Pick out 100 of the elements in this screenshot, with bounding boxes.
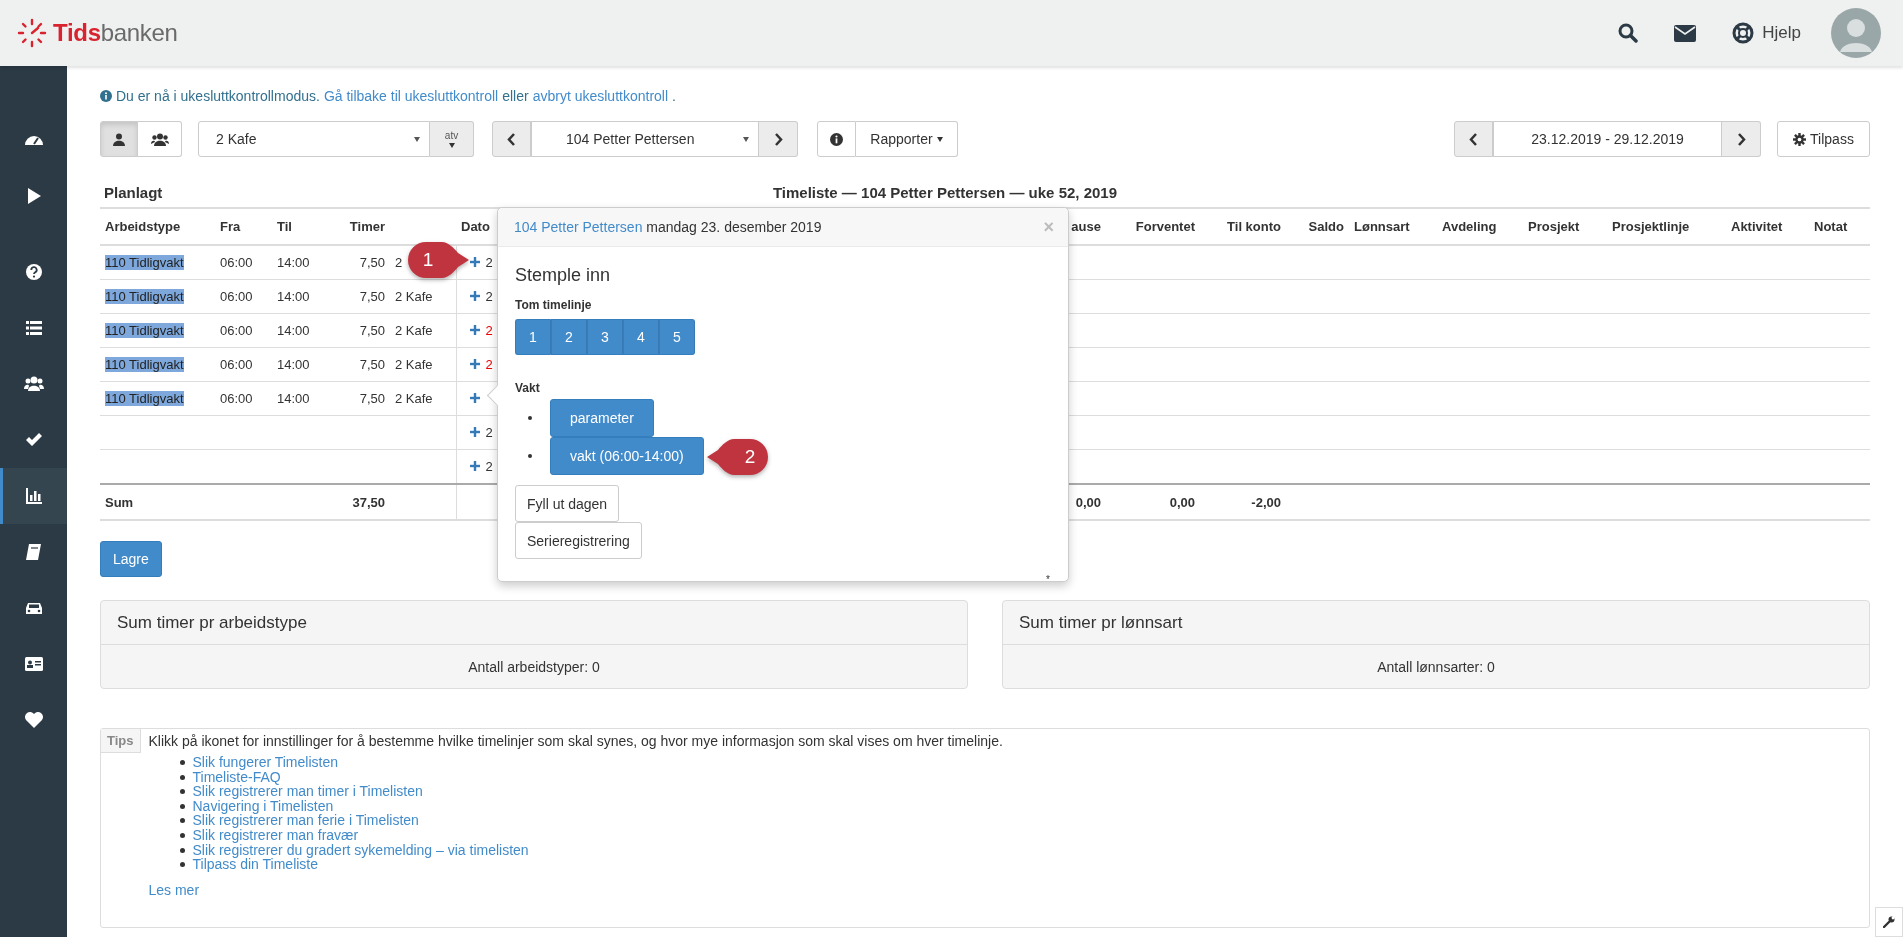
- column-header: Fra: [215, 208, 272, 245]
- brand-name[interactable]: Tidsbanken: [53, 19, 178, 47]
- plus-icon[interactable]: [469, 325, 480, 336]
- book-icon: [23, 542, 44, 562]
- previous-button[interactable]: [1454, 121, 1493, 157]
- plus-icon[interactable]: [469, 427, 480, 438]
- list-icon: [23, 318, 44, 338]
- info-button[interactable]: [817, 121, 856, 157]
- customize-button[interactable]: Tilpass: [1777, 121, 1870, 157]
- table-cell: 06:00: [220, 357, 253, 372]
- plus-icon[interactable]: [469, 359, 480, 370]
- search-icon[interactable]: [1618, 23, 1639, 43]
- table-cell: 110 Tidligvakt: [105, 357, 184, 372]
- department-select[interactable]: 2 Kafe: [198, 121, 430, 157]
- group-view-button[interactable]: [138, 121, 182, 157]
- table-cell: -2,00: [1251, 494, 1281, 510]
- previous-button[interactable]: [492, 121, 531, 157]
- timeline-number-button[interactable]: 1: [515, 319, 551, 355]
- chart-icon: [23, 486, 44, 506]
- plus-icon[interactable]: [469, 257, 480, 268]
- tips-text: Klikk på ikonet for innstillinger for å bestemme hvilke timelinjer som skal synes, og hvor mye informasjon som skal vises om hver timelinje.: [148, 733, 1003, 749]
- atv-button[interactable]: atv: [430, 121, 474, 157]
- chevron-left-icon: [1469, 132, 1478, 146]
- users-icon: [150, 132, 169, 146]
- table-cell: 06:00: [220, 323, 253, 338]
- timeline-number-button[interactable]: 2: [551, 319, 587, 355]
- table-cell: 2: [485, 254, 493, 270]
- person-icon: [113, 132, 125, 146]
- tools-button[interactable]: [1875, 907, 1903, 937]
- callout-marker: 1: [406, 240, 470, 280]
- next-button[interactable]: [759, 121, 798, 157]
- panel-text: Antall lønnsarter: 0: [1377, 659, 1495, 675]
- table-cell: 7,50: [359, 391, 385, 406]
- save-button[interactable]: Lagre: [100, 541, 162, 577]
- reports-dropdown[interactable]: Rapporter: [856, 121, 958, 157]
- plus-icon[interactable]: [469, 291, 480, 302]
- column-header: Arbeidstype: [100, 208, 215, 245]
- cancel-link[interactable]: avbryt ukesluttkontroll: [532, 86, 669, 106]
- table-cell: 110 Tidligvakt: [105, 391, 184, 406]
- column-header: Prosjekt: [1523, 208, 1607, 245]
- chevron-right-icon: [773, 132, 783, 146]
- help-link[interactable]: Hjelp: [1732, 22, 1801, 44]
- shift-button[interactable]: vakt (06:00-14:00): [550, 437, 704, 475]
- table-cell: 2: [395, 255, 403, 270]
- column-header: Forventet: [1106, 208, 1200, 245]
- table-cell: 7,50: [359, 323, 385, 338]
- mail-icon[interactable]: [1674, 24, 1697, 42]
- timeline-number-button[interactable]: 5: [659, 319, 695, 355]
- table-cell: 2: [485, 288, 493, 304]
- column-header: Aktivitet: [1726, 208, 1809, 245]
- users-icon: [23, 374, 44, 394]
- back-link[interactable]: Gå tilbake til ukesluttkontroll: [323, 86, 499, 106]
- next-button[interactable]: [1722, 121, 1761, 157]
- heart-icon: [23, 710, 44, 730]
- table-cell: 2: [485, 424, 493, 440]
- chevron-right-icon: [1736, 132, 1746, 146]
- read-more-link[interactable]: Les mer: [148, 881, 1003, 898]
- table-cell: 2: [485, 322, 493, 338]
- table-cell: 0,00: [1075, 494, 1101, 510]
- table-cell: 14:00: [277, 289, 310, 304]
- table-cell: 14:00: [277, 323, 310, 338]
- series-registration-button[interactable]: Serieregistrering: [515, 522, 642, 559]
- clock-logo-icon: [17, 18, 47, 48]
- timeline-number-button[interactable]: 4: [623, 319, 659, 355]
- card-icon: [23, 654, 44, 674]
- panel-title: Sum timer pr arbeidstype: [117, 612, 307, 633]
- table-cell: 14:00: [277, 391, 310, 406]
- table-cell: 14:00: [277, 357, 310, 372]
- table-cell: 110 Tidligvakt: [105, 289, 184, 304]
- section-title: Planlagt: [103, 183, 163, 201]
- help-article-link[interactable]: Slik fungerer Timelisten: [192, 754, 338, 770]
- timesheet-title: Timeliste — 104 Petter Pettersen — uke 52, 2019: [772, 183, 1118, 201]
- callout-marker: 2: [706, 437, 770, 477]
- shift-button[interactable]: parameter: [550, 399, 654, 437]
- table-cell: 2: [485, 458, 493, 474]
- table-cell: 2 Kafe: [395, 391, 433, 406]
- timeline-number-button[interactable]: 3: [587, 319, 623, 355]
- info-icon: [830, 132, 843, 146]
- plus-icon[interactable]: [469, 461, 480, 472]
- settings-icon: [1793, 132, 1807, 146]
- table-cell: 110 Tidligvakt: [105, 323, 184, 338]
- employee-select[interactable]: 104 Petter Pettersen: [531, 121, 759, 157]
- table-cell: 06:00: [220, 391, 253, 406]
- table-cell: 7,50: [359, 289, 385, 304]
- employee-link[interactable]: 104 Petter Pettersen: [514, 219, 643, 235]
- fill-day-button[interactable]: Fyll ut dagen: [515, 485, 620, 522]
- table-cell: 2 Kafe: [395, 289, 433, 304]
- table-cell: 0,00: [1169, 494, 1195, 510]
- table-cell: 2 Kafe: [395, 357, 433, 372]
- footnote-mark: *: [1046, 574, 1050, 585]
- person-view-button[interactable]: [100, 121, 138, 157]
- notice-text: .: [672, 87, 676, 106]
- popover-title: 104 Petter Pettersen mandag 23. desember 2019: [514, 219, 822, 235]
- info-icon: [100, 90, 112, 102]
- lifebuoy-icon: [1732, 22, 1755, 44]
- table-cell: 2: [485, 356, 493, 372]
- date-range-field[interactable]: 23.12.2019 - 29.12.2019: [1493, 121, 1722, 157]
- plus-icon[interactable]: [469, 393, 480, 403]
- sidebar-item[interactable]: [0, 468, 67, 524]
- caret-icon: [448, 142, 455, 148]
